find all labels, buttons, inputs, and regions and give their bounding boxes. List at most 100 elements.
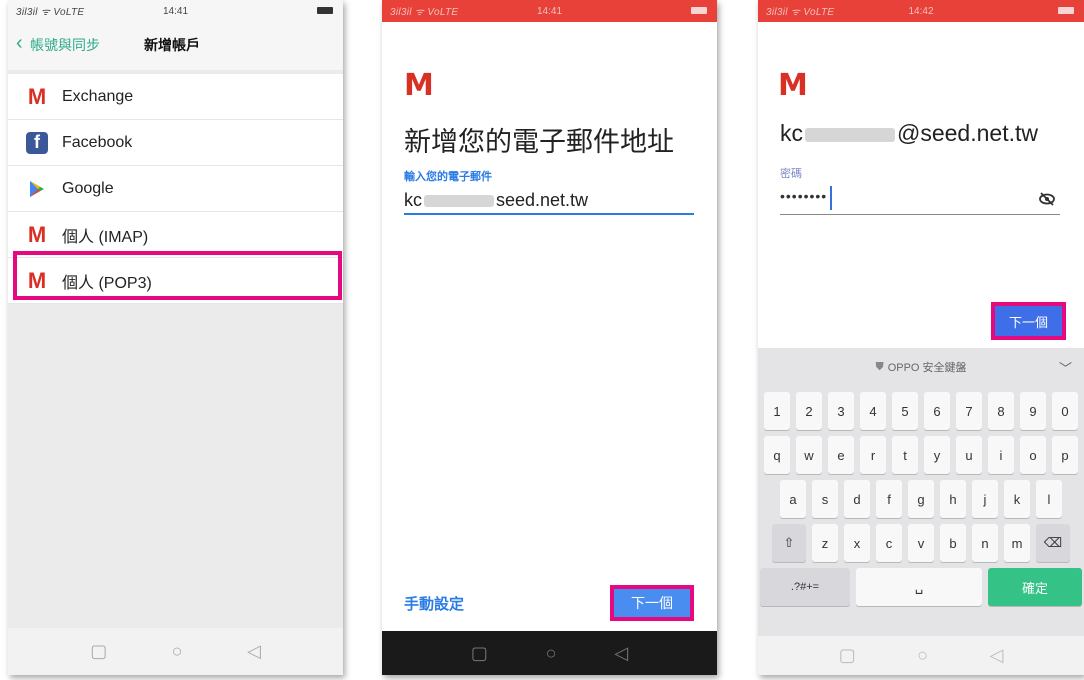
status-bar: 3il3il ᯤ VoLTE 14:42 — [758, 0, 1084, 22]
next-button[interactable]: 下一個 — [610, 585, 694, 621]
text-cursor — [830, 186, 832, 210]
signal-indicator: 3il3il ᯤ VoLTE — [16, 7, 85, 18]
navigation-bar: ▢ ○ ◁ — [382, 631, 717, 675]
gmail-m-icon: M — [27, 83, 47, 109]
chevron-down-icon[interactable]: ﹀ — [1059, 358, 1072, 377]
status-time: 14:41 — [162, 5, 189, 17]
key[interactable]: o — [1020, 436, 1046, 474]
page-title: 新增您的電子郵件地址 — [404, 127, 674, 157]
back-icon[interactable]: ◁ — [247, 641, 261, 662]
account-item-label: Google — [62, 179, 114, 197]
keyboard-row-zxcv: ⇧ z x c v b n m ⌫ — [758, 524, 1084, 562]
back-icon[interactable]: ◁ — [989, 645, 1003, 666]
key[interactable]: b — [940, 524, 966, 562]
key[interactable]: r — [860, 436, 886, 474]
key[interactable]: j — [972, 480, 998, 518]
status-time: 14:42 — [908, 5, 934, 17]
key[interactable]: p — [1052, 436, 1078, 474]
key[interactable]: 4 — [860, 392, 886, 430]
home-icon[interactable]: ○ — [917, 645, 928, 666]
gmail-m-icon: M — [27, 221, 47, 247]
key[interactable]: z — [812, 524, 838, 562]
battery-icon — [1058, 7, 1074, 14]
keyboard-row-bottom: .?#+= ␣ 確定 — [758, 568, 1084, 606]
shield-icon: ⛊ — [875, 360, 884, 373]
keyboard-row-numbers: 1 2 3 4 5 6 7 8 9 0 — [758, 392, 1084, 430]
top-bar: ‹ 帳號與同步 新增帳戶 — [8, 22, 343, 70]
page-title: 新增帳戶 — [144, 37, 200, 53]
key[interactable]: x — [844, 524, 870, 562]
key[interactable]: s — [812, 480, 838, 518]
key[interactable]: w — [796, 436, 822, 474]
navigation-bar: ▢ ○ ◁ — [8, 628, 343, 675]
symbols-key[interactable]: .?#+= — [760, 568, 850, 606]
key[interactable]: 2 — [796, 392, 822, 430]
key[interactable]: f — [876, 480, 902, 518]
key[interactable]: u — [956, 436, 982, 474]
key[interactable]: c — [876, 524, 902, 562]
hide-password-eye-icon[interactable] — [1038, 192, 1056, 210]
key[interactable]: g — [908, 480, 934, 518]
key[interactable]: 6 — [924, 392, 950, 430]
key[interactable]: 8 — [988, 392, 1014, 430]
email-prefix: kc — [780, 120, 803, 146]
key[interactable]: q — [764, 436, 790, 474]
keyboard-row-qwerty: q w e r t y u i o p — [758, 436, 1084, 474]
key[interactable]: l — [1036, 480, 1062, 518]
key[interactable]: 0 — [1052, 392, 1078, 430]
key[interactable]: 5 — [892, 392, 918, 430]
gmail-logo-icon: M — [404, 68, 434, 103]
manual-setup-link[interactable]: 手動設定 — [404, 593, 464, 614]
password-field-underline — [780, 214, 1060, 215]
password-field[interactable]: •••••••• — [780, 188, 827, 204]
recent-apps-icon[interactable]: ▢ — [90, 641, 107, 662]
battery-icon — [691, 7, 707, 14]
google-play-icon — [26, 178, 48, 200]
account-email: kc @seed.net.tw — [780, 120, 1038, 147]
account-item-google[interactable]: Google — [8, 166, 343, 212]
key[interactable]: 7 — [956, 392, 982, 430]
email-suffix: @seed.net.tw — [897, 120, 1038, 146]
back-icon[interactable]: ◁ — [614, 643, 628, 664]
account-item-label: 個人 (IMAP) — [62, 228, 149, 246]
account-item-facebook[interactable]: f Facebook — [8, 120, 343, 166]
password-field-label: 密碼 — [780, 168, 802, 180]
key[interactable]: h — [940, 480, 966, 518]
key[interactable]: 1 — [764, 392, 790, 430]
status-bar: 3il3il ᯤ VoLTE 14:41 — [382, 0, 717, 22]
email-field-label: 輸入您的電子郵件 — [404, 171, 492, 183]
phone-screen-enter-password: 3il3il ᯤ VoLTE 14:42 M kc @seed.net.tw 密碼… — [758, 0, 1084, 675]
back-chevron-icon[interactable]: ‹ — [16, 33, 23, 53]
key[interactable]: 3 — [828, 392, 854, 430]
key[interactable]: d — [844, 480, 870, 518]
keyboard-title: OPPO 安全鍵盤 — [887, 362, 967, 374]
recent-apps-icon[interactable]: ▢ — [839, 645, 856, 666]
key[interactable]: t — [892, 436, 918, 474]
signal-indicator: 3il3il ᯤ VoLTE — [390, 7, 459, 18]
confirm-key[interactable]: 確定 — [988, 568, 1082, 606]
key[interactable]: e — [828, 436, 854, 474]
backspace-key-icon[interactable]: ⌫ — [1036, 524, 1070, 562]
keyboard-header: ⛊ OPPO 安全鍵盤 ﹀ — [758, 348, 1084, 386]
key[interactable]: 9 — [1020, 392, 1046, 430]
space-key[interactable]: ␣ — [856, 568, 982, 606]
facebook-icon: f — [26, 131, 48, 154]
key[interactable]: k — [1004, 480, 1030, 518]
key[interactable]: m — [1004, 524, 1030, 562]
next-button[interactable]: 下一個 — [991, 302, 1066, 340]
battery-icon — [317, 7, 333, 14]
home-icon[interactable]: ○ — [172, 641, 183, 662]
back-button[interactable]: 帳號與同步 — [30, 35, 100, 55]
recent-apps-icon[interactable]: ▢ — [471, 643, 488, 664]
redacted-area — [805, 127, 895, 142]
account-item-exchange[interactable]: M Exchange — [8, 74, 343, 120]
email-field[interactable]: kc seed.net.tw — [404, 190, 588, 211]
key[interactable]: n — [972, 524, 998, 562]
key[interactable]: a — [780, 480, 806, 518]
account-item-label: Facebook — [62, 133, 133, 151]
shift-key-icon[interactable]: ⇧ — [772, 524, 806, 562]
key[interactable]: y — [924, 436, 950, 474]
key[interactable]: v — [908, 524, 934, 562]
home-icon[interactable]: ○ — [546, 643, 557, 664]
key[interactable]: i — [988, 436, 1014, 474]
